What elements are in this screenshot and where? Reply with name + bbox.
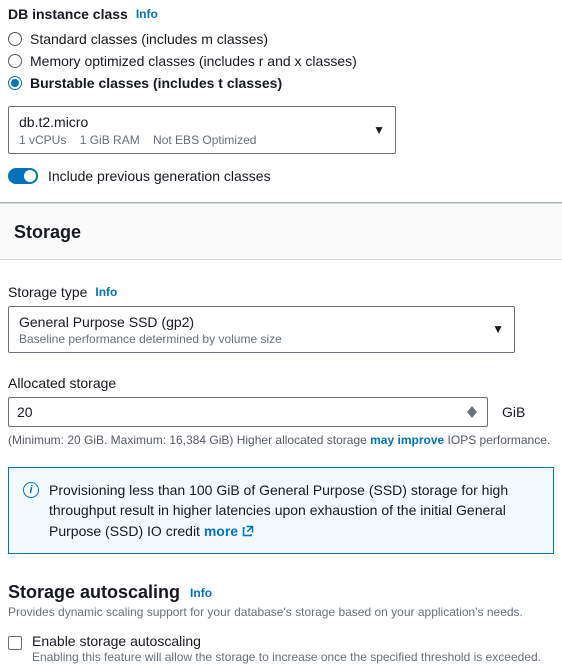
storage-panel-header: Storage bbox=[0, 204, 562, 260]
db-instance-class-info-link[interactable]: Info bbox=[136, 7, 158, 21]
instance-size-value: db.t2.micro bbox=[19, 113, 256, 133]
db-instance-class-radio-group: Standard classes (includes m classes) Me… bbox=[8, 28, 554, 94]
storage-autoscaling-info-link[interactable]: Info bbox=[190, 586, 212, 600]
enable-autoscaling-label: Enable storage autoscaling bbox=[32, 633, 541, 649]
radio-standard-classes[interactable]: Standard classes (includes m classes) bbox=[8, 28, 554, 50]
storage-type-label: Storage type bbox=[8, 284, 87, 300]
radio-burstable-classes[interactable]: Burstable classes (includes t classes) bbox=[8, 72, 554, 94]
may-improve-link[interactable]: may improve bbox=[370, 433, 444, 447]
instance-size-select[interactable]: db.t2.micro 1 vCPUs 1 GiB RAM Not EBS Op… bbox=[8, 106, 396, 154]
storage-autoscaling-desc: Provides dynamic scaling support for you… bbox=[0, 603, 562, 619]
info-alert-text: Provisioning less than 100 GiB of Genera… bbox=[49, 482, 508, 539]
info-icon: i bbox=[23, 482, 39, 498]
enable-autoscaling-checkbox[interactable] bbox=[8, 636, 22, 650]
allocated-storage-value: 20 bbox=[17, 404, 33, 420]
external-link-icon bbox=[242, 525, 254, 537]
storage-info-alert: i Provisioning less than 100 GiB of Gene… bbox=[8, 467, 554, 554]
db-instance-class-label: DB instance class bbox=[8, 6, 128, 22]
allocated-storage-hint: (Minimum: 20 GiB. Maximum: 16,384 GiB) H… bbox=[8, 433, 554, 447]
storage-type-value: General Purpose SSD (gp2) bbox=[19, 313, 282, 333]
radio-label: Memory optimized classes (includes r and… bbox=[30, 53, 357, 69]
radio-memory-optimized-classes[interactable]: Memory optimized classes (includes r and… bbox=[8, 50, 554, 72]
number-stepper[interactable] bbox=[467, 406, 479, 418]
radio-icon bbox=[8, 76, 22, 90]
allocated-storage-unit: GiB bbox=[502, 404, 525, 420]
caret-down-icon: ▼ bbox=[373, 123, 385, 137]
storage-heading: Storage bbox=[14, 222, 548, 243]
include-prev-gen-toggle[interactable] bbox=[8, 168, 38, 184]
enable-autoscaling-sub: Enabling this feature will allow the sto… bbox=[32, 650, 541, 664]
radio-label: Standard classes (includes m classes) bbox=[30, 31, 268, 47]
include-prev-gen-label: Include previous generation classes bbox=[48, 168, 271, 184]
radio-icon bbox=[8, 54, 22, 68]
radio-icon bbox=[8, 32, 22, 46]
allocated-storage-label: Allocated storage bbox=[8, 375, 116, 391]
radio-label: Burstable classes (includes t classes) bbox=[30, 75, 282, 91]
storage-type-select[interactable]: General Purpose SSD (gp2) Baseline perfo… bbox=[8, 306, 515, 354]
storage-type-sub: Baseline performance determined by volum… bbox=[19, 332, 282, 346]
caret-down-icon: ▼ bbox=[492, 322, 504, 336]
allocated-storage-input[interactable]: 20 bbox=[8, 397, 488, 427]
info-alert-more-link[interactable]: more bbox=[204, 521, 254, 541]
storage-type-info-link[interactable]: Info bbox=[95, 285, 117, 299]
chevron-down-icon bbox=[467, 412, 477, 418]
instance-size-specs: 1 vCPUs 1 GiB RAM Not EBS Optimized bbox=[19, 133, 256, 147]
storage-autoscaling-title: Storage autoscaling bbox=[8, 582, 180, 603]
